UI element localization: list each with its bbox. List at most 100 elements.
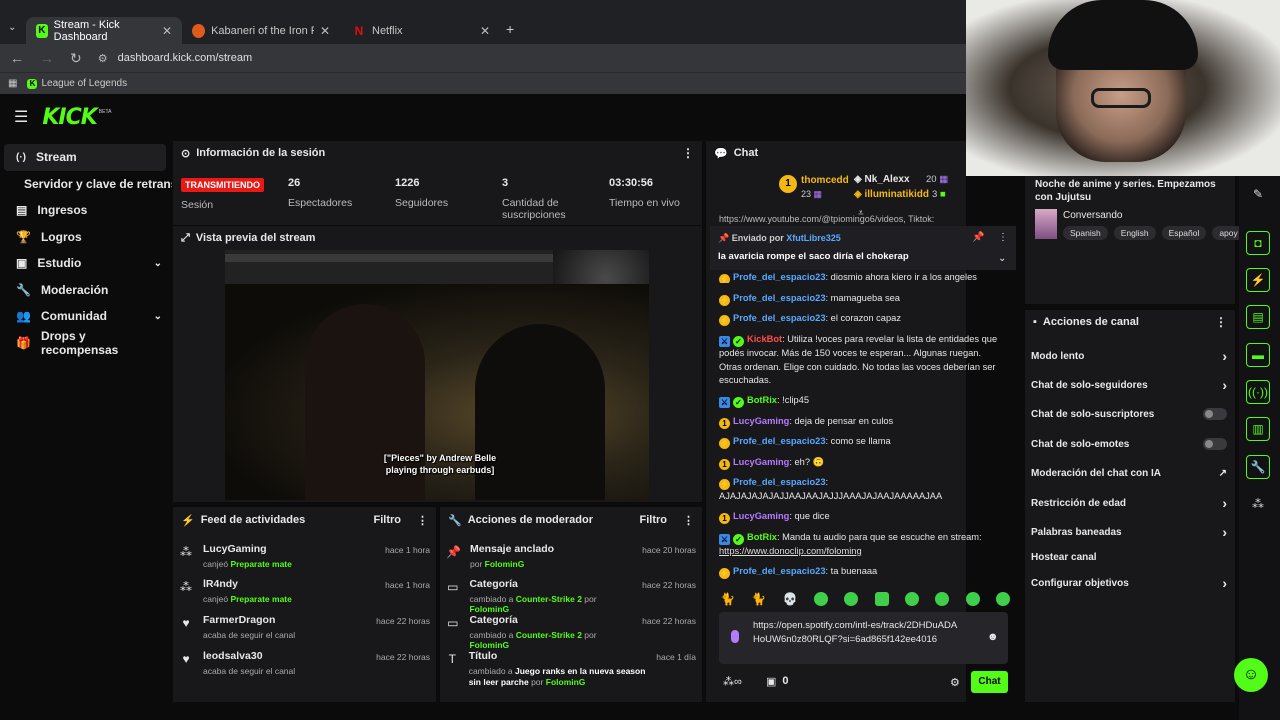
kebab-menu-icon[interactable]: ⋮: [682, 146, 694, 160]
slow-mode-row[interactable]: Modo lento ›: [1031, 347, 1227, 365]
emote-icon[interactable]: [935, 592, 950, 606]
subscribers-only-toggle[interactable]: [1203, 408, 1227, 420]
age-restriction-row[interactable]: Restricción de edad ›: [1031, 494, 1227, 512]
tag-english[interactable]: English: [1113, 226, 1156, 240]
chat-username[interactable]: LucyGaming: [733, 416, 789, 426]
chat-username[interactable]: LucyGaming: [733, 457, 789, 467]
followers-only-row[interactable]: Chat de solo-seguidores ›: [1031, 376, 1227, 394]
top-gifter-3[interactable]: ◈ illuminatikidd: [854, 189, 929, 200]
emoji-icon[interactable]: ☻: [987, 631, 999, 643]
emote-icon[interactable]: 🐈: [751, 592, 766, 606]
filter-button[interactable]: Filtro: [374, 514, 402, 526]
host-channel-row[interactable]: Hostear canal: [1031, 548, 1227, 566]
sidebar-item-estudio[interactable]: ▣ Estudio ⌄: [4, 250, 166, 277]
stream-category[interactable]: Conversando: [1063, 210, 1122, 221]
chat-username[interactable]: KickBot: [747, 334, 782, 344]
emote-icon[interactable]: 🐈: [720, 592, 735, 606]
close-tab-icon[interactable]: ✕: [162, 24, 172, 38]
clipboard-icon[interactable]: ▥: [1246, 417, 1270, 441]
wrench-icon[interactable]: 🔧: [1246, 455, 1270, 479]
sidebar-item-logros[interactable]: 🏆 Logros: [4, 224, 166, 251]
chat-username[interactable]: BotRix: [747, 395, 777, 405]
chevron-down-icon[interactable]: ⌄: [998, 253, 1006, 264]
activity-user[interactable]: lR4ndy: [203, 578, 292, 590]
chat-username[interactable]: Profe_del_espacio23: [733, 477, 826, 487]
mod-action-by[interactable]: FolominG: [469, 640, 509, 650]
chat-username[interactable]: LucyGaming: [733, 511, 789, 521]
bookmark-league[interactable]: K League of Legends: [27, 78, 127, 89]
site-info-icon[interactable]: ⚙: [98, 52, 108, 65]
chat-username[interactable]: Profe_del_espacio23: [733, 272, 826, 282]
forward-icon[interactable]: →: [40, 50, 54, 66]
chat-link[interactable]: https://www.donoclip.com/foloming: [719, 546, 862, 556]
kebab-menu-icon[interactable]: ⋮: [417, 514, 428, 527]
sidebar-item-moderacion[interactable]: 🔧 Moderación: [4, 277, 166, 304]
url-field[interactable]: dashboard.kick.com/stream: [118, 52, 253, 64]
broadcast-icon[interactable]: ((·)): [1246, 380, 1270, 404]
top-gifter-2[interactable]: ◈ Nk_Alexx: [854, 174, 910, 185]
banned-words-row[interactable]: Palabras baneadas ›: [1031, 523, 1227, 541]
collapse-icon[interactable]: ⩡: [858, 208, 864, 219]
hamburger-menu-icon[interactable]: ☰: [14, 107, 28, 127]
chat-input[interactable]: https://open.spotify.com/intl-es/track/2…: [719, 612, 1008, 664]
chat-input-text[interactable]: https://open.spotify.com/intl-es/track/2…: [753, 619, 963, 646]
tag-spanish[interactable]: Spanish: [1063, 226, 1108, 240]
document-icon[interactable]: ▤: [1246, 305, 1270, 329]
emote-icon[interactable]: [904, 592, 919, 606]
send-chat-button[interactable]: Chat: [971, 671, 1008, 693]
kebab-menu-icon[interactable]: ⋮: [683, 514, 694, 527]
chat-settings-icon[interactable]: ⚙: [950, 676, 960, 689]
activity-user[interactable]: leodsalva30: [203, 650, 295, 662]
emote-icon[interactable]: [995, 592, 1010, 606]
emote-icon[interactable]: [813, 592, 828, 606]
emote-icon[interactable]: [965, 592, 980, 606]
edit-pencil-icon[interactable]: ✎: [1246, 182, 1270, 206]
lightning-icon[interactable]: ⚡: [1246, 268, 1270, 292]
community-icon[interactable]: ⁂: [1246, 492, 1270, 516]
chat-username[interactable]: Profe_del_espacio23: [733, 436, 826, 446]
emote-icon[interactable]: 💀: [783, 592, 798, 606]
emote-icon[interactable]: [844, 592, 859, 606]
unpin-icon[interactable]: 📌: [972, 232, 984, 243]
mod-action-by[interactable]: FolominG: [546, 677, 586, 687]
tab-kabaneri[interactable]: Kabaneri of the Iron Fortress en ✕: [182, 17, 340, 44]
pinned-by-user[interactable]: XfutLibre325: [786, 233, 841, 243]
sidebar-item-server-key[interactable]: Servidor y clave de retransmisión: [4, 171, 172, 198]
chat-username[interactable]: Profe_del_espacio23: [733, 313, 826, 323]
stream-video[interactable]: ["Pieces" by Andrew Belle playing throug…: [225, 250, 649, 500]
top-gifter-name[interactable]: thomcedd: [801, 175, 849, 186]
activity-user[interactable]: FarmerDragon: [203, 614, 295, 626]
kebab-menu-icon[interactable]: ⋮: [1215, 315, 1227, 329]
ai-moderation-row[interactable]: Moderación del chat con IA ↗: [1031, 464, 1227, 482]
close-tab-icon[interactable]: ✕: [480, 24, 490, 38]
activity-user[interactable]: LucyGaming: [203, 543, 292, 555]
tag-espanol[interactable]: Español: [1161, 226, 1207, 240]
chat-bubble-icon[interactable]: ▬: [1246, 343, 1270, 367]
kebab-menu-icon[interactable]: ⋮: [998, 232, 1008, 243]
chat-username[interactable]: BotRix: [747, 532, 777, 542]
camera-capture-icon[interactable]: ◘: [1246, 231, 1270, 255]
back-icon[interactable]: ←: [10, 50, 24, 66]
close-tab-icon[interactable]: ✕: [320, 24, 330, 38]
filter-button[interactable]: Filtro: [640, 514, 668, 526]
apps-grid-icon[interactable]: ▦: [8, 78, 17, 89]
emotes-only-toggle[interactable]: [1203, 438, 1227, 450]
mod-action-by[interactable]: FolominG: [469, 604, 509, 614]
tab-netflix[interactable]: N Netflix ✕: [342, 17, 500, 44]
sidebar-item-comunidad[interactable]: 👥 Comunidad ⌄: [4, 303, 166, 330]
chat-username[interactable]: Profe_del_espacio23: [733, 293, 826, 303]
support-chat-icon[interactable]: ☺: [1234, 658, 1268, 692]
set-goals-row[interactable]: Configurar objetivos ›: [1031, 574, 1227, 592]
kick-logo[interactable]: KICK: [42, 105, 97, 130]
chat-username[interactable]: Profe_del_espacio23: [733, 566, 826, 576]
new-tab-icon[interactable]: +: [506, 21, 514, 37]
category-thumbnail[interactable]: [1035, 209, 1057, 239]
emote-icon[interactable]: [874, 592, 889, 606]
channel-points[interactable]: ▣ 0: [766, 675, 789, 688]
mod-action-by[interactable]: FolominG: [485, 559, 525, 569]
sidebar-item-stream[interactable]: (·) Stream: [4, 144, 166, 171]
community-infinity-icon[interactable]: ⁂∞: [723, 675, 742, 688]
reload-icon[interactable]: ↻: [70, 50, 82, 67]
sidebar-item-ingresos[interactable]: ▤ Ingresos: [4, 197, 166, 224]
sidebar-item-drops[interactable]: 🎁 Drops y recompensas: [4, 329, 166, 357]
